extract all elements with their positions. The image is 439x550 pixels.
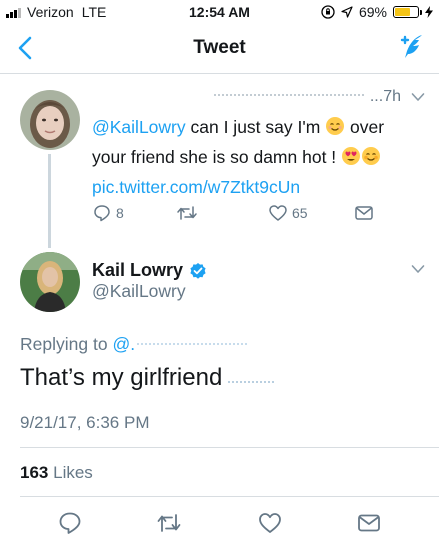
divider [20,496,439,497]
parent-like-count: 65 [292,205,308,221]
likes-summary[interactable]: 163 Likes [20,463,93,483]
tweet-timestamp: 9/21/17, 6:36 PM [20,413,150,432]
author-name[interactable]: Kail Lowry [92,260,207,281]
parent-retweet-action[interactable] [176,203,198,223]
parent-relative-time: ...7h [369,88,401,105]
parent-reply-action[interactable]: 8 [92,203,124,223]
battery-percent: 69% [358,4,387,20]
chevron-down-icon[interactable] [411,92,425,102]
parent-dm-action[interactable] [354,203,374,223]
battery-icon [393,6,422,18]
orientation-lock-icon [321,5,335,19]
retweet-icon[interactable] [176,203,198,223]
obscured-text [228,373,275,383]
replying-to: Replying to @. [20,334,248,355]
parent-header-obscured: ...7h [92,88,427,108]
blushing-face-emoji-icon [362,147,381,165]
obscured-handle [137,343,248,345]
location-arrow-icon [341,6,353,18]
heart-icon[interactable] [268,203,288,223]
heart-eyes-emoji-icon [342,147,361,165]
status-right: 69% [321,4,433,20]
parent-tweet-text: @KailLowry can I just say I'm over your … [92,112,427,202]
parent-avatar[interactable] [20,90,80,150]
parent-text-line2: your friend she is so damn hot ! [92,147,337,167]
parent-reply-count: 8 [116,205,124,221]
charging-bolt-icon [425,6,433,18]
retweet-icon[interactable] [156,510,182,536]
parent-action-bar: 8 65 [92,203,392,225]
tweet-action-bar [0,510,439,538]
parent-media-link[interactable]: pic.twitter.com/w7Ztkt9cUn [92,177,300,197]
compose-tweet-icon[interactable] [395,32,425,62]
battery-fill [395,8,411,16]
replying-mention-link[interactable]: @. [112,334,135,354]
parent-text-line1: can I just say I'm [185,117,321,137]
parent-text-line1-end: over [345,117,385,137]
envelope-icon[interactable] [354,203,374,223]
envelope-icon[interactable] [356,510,382,536]
relieved-face-emoji-icon [326,117,345,135]
parent-like-action[interactable]: 65 [268,203,308,223]
reply-icon[interactable] [57,510,83,536]
parent-mention-link[interactable]: @KailLowry [92,117,186,137]
chevron-down-icon[interactable] [411,264,425,274]
thread-connector [48,154,51,248]
likes-label: Likes [53,463,93,482]
divider [20,447,439,448]
page-title: Tweet [193,37,246,58]
reply-icon[interactable] [92,203,112,223]
nav-bar: Tweet [0,24,439,74]
verified-badge-icon [190,262,206,279]
status-bar: Verizon LTE 12:54 AM 69% [0,0,439,24]
author-name-text[interactable]: Kail Lowry [92,260,183,281]
likes-count: 163 [20,463,49,482]
author-handle[interactable]: @KailLowry [92,281,186,302]
heart-icon[interactable] [257,510,283,536]
tweet-text-body: That’s my girlfriend [20,364,223,391]
replying-label: Replying to [20,334,108,354]
author-avatar[interactable] [20,252,80,312]
tweet-text: That’s my girlfriend [20,364,275,392]
